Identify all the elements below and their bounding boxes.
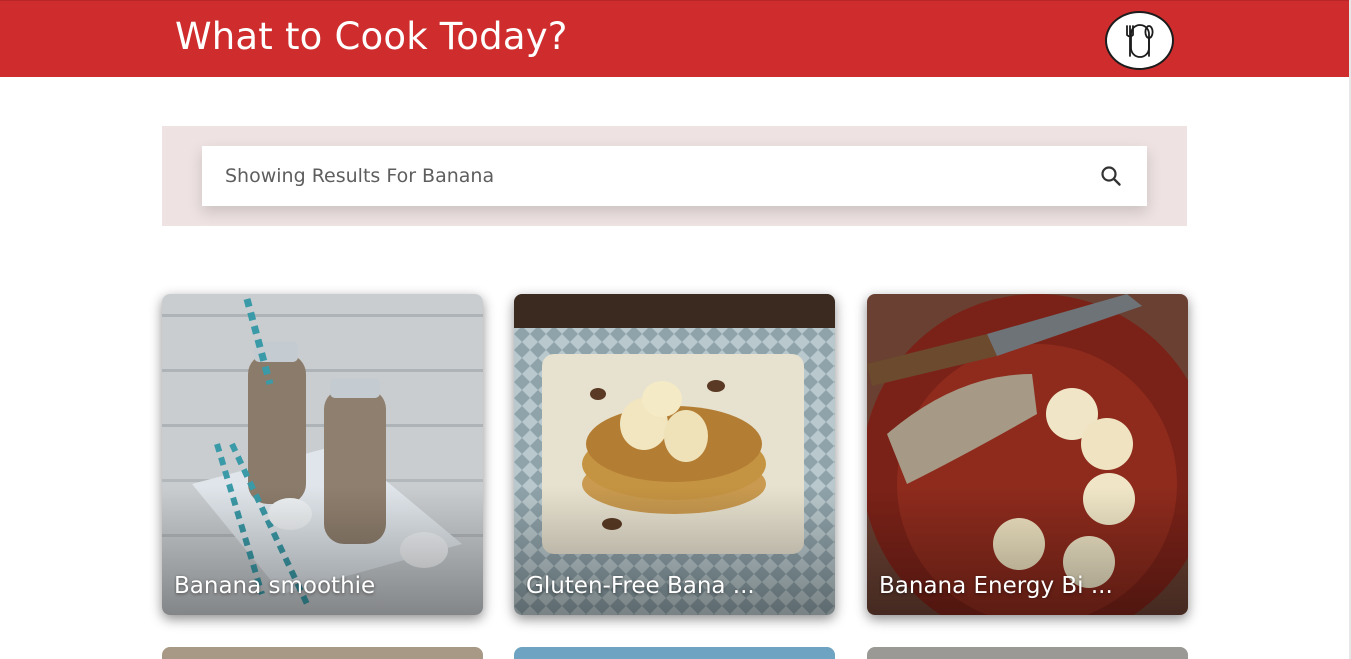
search-section	[162, 126, 1187, 226]
search-input[interactable]	[202, 146, 1082, 206]
recipe-title: Banana smoothie	[174, 573, 376, 599]
recipe-card[interactable]: Banana smoothie	[162, 294, 483, 615]
card-overlay	[514, 294, 835, 615]
search-bar	[202, 146, 1147, 206]
search-icon	[1101, 166, 1121, 186]
recipe-title: Gluten-Free Bana ...	[526, 573, 755, 599]
recipe-card[interactable]: Gluten-Free Bana ...	[514, 294, 835, 615]
recipe-card[interactable]	[162, 647, 483, 659]
recipe-card[interactable]	[867, 647, 1188, 659]
card-overlay	[867, 294, 1188, 615]
app-title: What to Cook Today?	[175, 15, 568, 58]
page: What to Cook Today? Showing Results For …	[0, 0, 1351, 659]
recipe-card[interactable]: Banana Energy Bi ...	[867, 294, 1188, 615]
recipe-title: Banana Energy Bi ...	[879, 573, 1113, 599]
card-overlay	[162, 294, 483, 615]
fork-spoon-icon[interactable]	[1105, 11, 1174, 70]
app-header: What to Cook Today?	[0, 0, 1351, 77]
search-button[interactable]	[1097, 162, 1125, 190]
recipe-card[interactable]	[514, 647, 835, 659]
